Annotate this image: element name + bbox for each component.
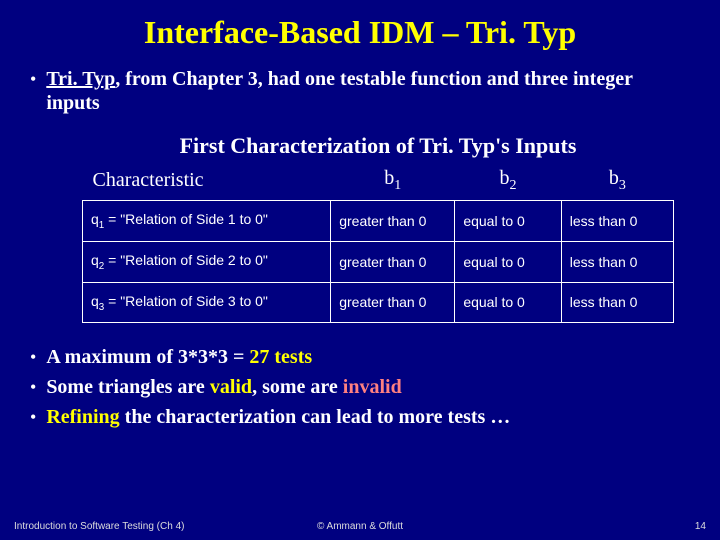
table-row: q2 = "Relation of Side 2 to 0" greater t… [83, 241, 674, 282]
table-row: q1 = "Relation of Side 1 to 0" greater t… [83, 201, 674, 242]
b3-rest: the characterization can lead to more te… [120, 406, 511, 428]
q-base: q [91, 293, 99, 309]
slide: Interface-Based IDM – Tri. Typ • Tri. Ty… [0, 0, 720, 540]
cell-b1: greater than 0 [331, 282, 455, 323]
b1-base: b [384, 167, 394, 189]
bullet-text: A maximum of 3*3*3 = 27 tests [46, 345, 312, 369]
b2-pre: Some triangles are [46, 376, 210, 398]
table-caption: First Characterization of Tri. Typ's Inp… [82, 133, 674, 159]
b2-mid: , some are [252, 376, 343, 398]
footer-page-number: 14 [695, 521, 706, 532]
q-base: q [91, 211, 99, 227]
bullet-max-tests: • A maximum of 3*3*3 = 27 tests [30, 345, 690, 369]
b3-base: b [609, 167, 619, 189]
bullet-text: Refining the characterization can lead t… [46, 405, 510, 429]
cell-b3: less than 0 [561, 241, 673, 282]
cell-q2: q2 = "Relation of Side 2 to 0" [83, 241, 331, 282]
intro-bullet: • Tri. Typ, from Chapter 3, had one test… [30, 67, 690, 115]
intro-text: Tri. Typ, from Chapter 3, had one testab… [46, 67, 690, 115]
bullet-dot-icon: • [30, 375, 36, 399]
footer: Introduction to Software Testing (Ch 4) … [0, 521, 720, 532]
cell-b2: equal to 0 [455, 282, 561, 323]
q-rest: = "Relation of Side 1 to 0" [104, 211, 268, 227]
b2-valid: valid [210, 376, 252, 398]
table-header-row: Characteristic b1 b2 b3 [83, 163, 674, 201]
cell-b1: greater than 0 [331, 241, 455, 282]
bullet-dot-icon: • [30, 67, 36, 91]
bottom-bullets: • A maximum of 3*3*3 = 27 tests • Some t… [30, 345, 690, 429]
col-characteristic: Characteristic [83, 163, 331, 201]
cell-b3: less than 0 [561, 201, 673, 242]
col-b1: b1 [331, 163, 455, 201]
cell-q3: q3 = "Relation of Side 3 to 0" [83, 282, 331, 323]
table-container: First Characterization of Tri. Typ's Inp… [82, 133, 674, 323]
cell-b3: less than 0 [561, 282, 673, 323]
b2-base: b [500, 167, 510, 189]
b1-sub: 1 [394, 178, 401, 193]
intro-rest: , from Chapter 3, had one testable funct… [46, 68, 632, 114]
bullet-valid-invalid: • Some triangles are valid, some are inv… [30, 375, 690, 399]
cell-q1: q1 = "Relation of Side 1 to 0" [83, 201, 331, 242]
b1-highlight: 27 tests [249, 346, 312, 368]
cell-b1: greater than 0 [331, 201, 455, 242]
col-b2: b2 [455, 163, 561, 201]
b3-highlight: Refining [46, 406, 119, 428]
intro-link: Tri. Typ [46, 68, 115, 90]
bullet-refining: • Refining the characterization can lead… [30, 405, 690, 429]
q-rest: = "Relation of Side 2 to 0" [104, 252, 268, 268]
footer-left: Introduction to Software Testing (Ch 4) [14, 521, 184, 532]
bullet-dot-icon: • [30, 345, 36, 369]
b3-sub: 3 [619, 178, 626, 193]
b2-sub: 2 [510, 178, 517, 193]
bullet-dot-icon: • [30, 405, 36, 429]
q-rest: = "Relation of Side 3 to 0" [104, 293, 268, 309]
b2-invalid: invalid [343, 376, 402, 398]
table-row: q3 = "Relation of Side 3 to 0" greater t… [83, 282, 674, 323]
q-base: q [91, 252, 99, 268]
bullet-text: Some triangles are valid, some are inval… [46, 375, 401, 399]
b1-pre: A maximum of 3*3*3 = [46, 346, 249, 368]
col-b3: b3 [561, 163, 673, 201]
slide-title: Interface-Based IDM – Tri. Typ [30, 14, 690, 51]
cell-b2: equal to 0 [455, 241, 561, 282]
characterization-table: Characteristic b1 b2 b3 q1 = "Relation o… [82, 163, 674, 323]
cell-b2: equal to 0 [455, 201, 561, 242]
